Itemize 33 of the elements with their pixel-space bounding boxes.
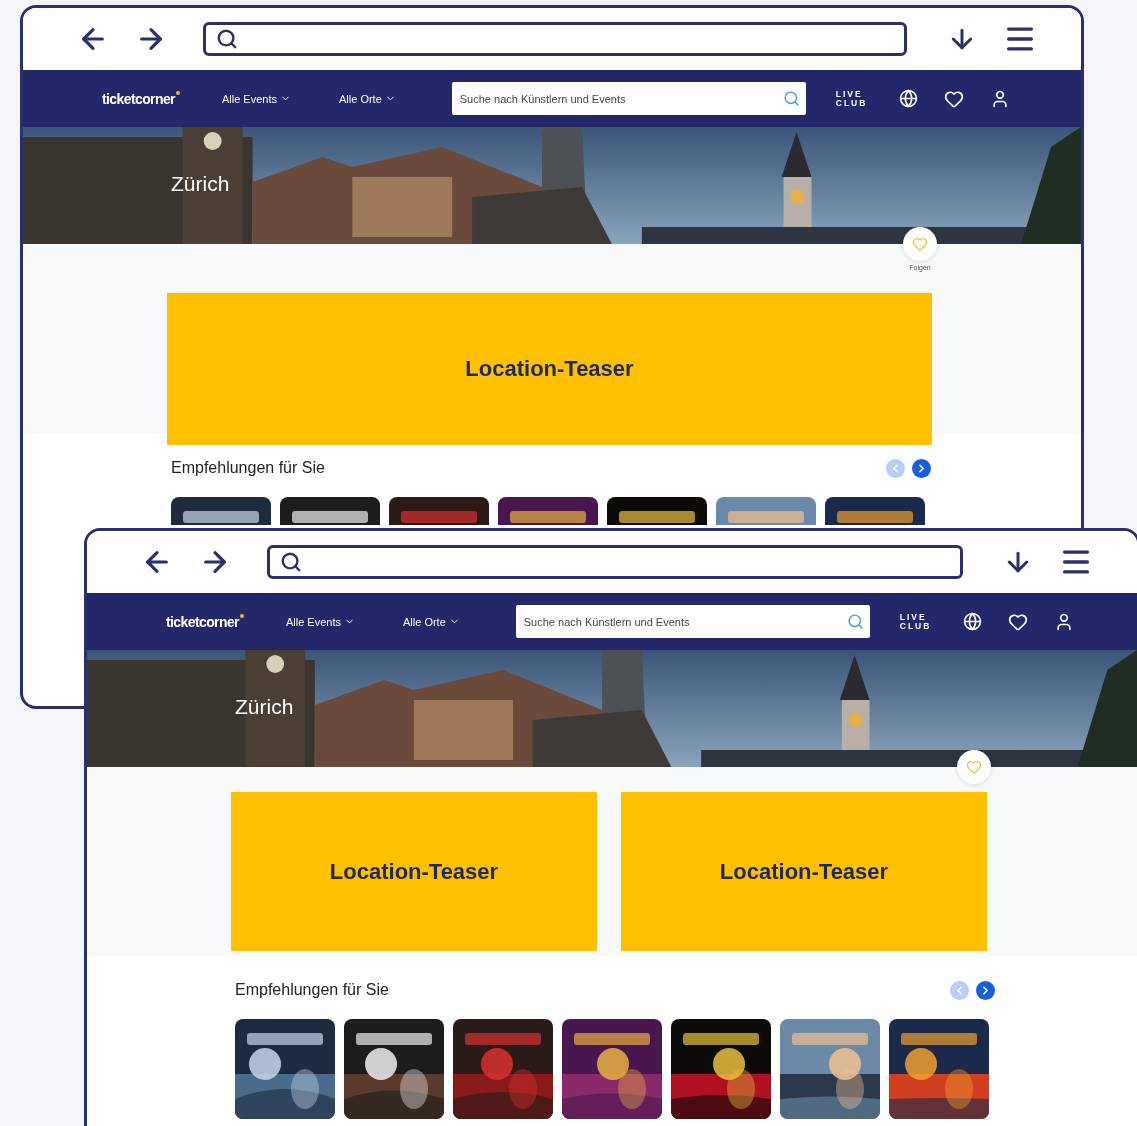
nav-menu[interactable]: Alle Events bbox=[285, 615, 355, 628]
search-icon bbox=[846, 613, 864, 630]
address-bar[interactable] bbox=[267, 545, 963, 579]
site-logo[interactable]: ticketcorner bbox=[102, 89, 175, 108]
club-logo[interactable]: LIVE CLUB bbox=[835, 89, 868, 108]
section-title: Empfehlungen für Sie bbox=[235, 981, 389, 999]
heart-icon bbox=[966, 759, 982, 775]
nav-menu[interactable]: Alle Orte bbox=[339, 92, 396, 105]
globe-icon[interactable] bbox=[899, 89, 919, 108]
search-field[interactable]: Suche nach Künstlern und Events bbox=[515, 605, 870, 638]
nav-menu[interactable]: Alle Events bbox=[221, 92, 291, 105]
search-field[interactable]: Suche nach Künstlern und Events bbox=[451, 82, 806, 115]
next-button[interactable] bbox=[912, 458, 931, 478]
location-teaser[interactable]: Location-Teaser bbox=[621, 792, 987, 951]
search-icon bbox=[280, 551, 302, 573]
club-logo[interactable]: LIVE CLUB bbox=[899, 612, 932, 631]
location-teaser[interactable]: Location-Teaser bbox=[167, 293, 932, 445]
nav-menu[interactable]: Alle Orte bbox=[403, 615, 460, 628]
follow-button[interactable] bbox=[903, 227, 937, 261]
search-icon bbox=[216, 28, 238, 50]
heart-icon[interactable] bbox=[1008, 611, 1029, 632]
heart-icon bbox=[912, 236, 928, 252]
location-teaser[interactable]: Location-Teaser bbox=[231, 792, 597, 951]
city-title: Zürich bbox=[171, 172, 230, 196]
section-title: Empfehlungen für Sie bbox=[171, 459, 325, 477]
search-icon bbox=[782, 90, 800, 107]
city-title: Zürich bbox=[235, 695, 294, 719]
next-button[interactable] bbox=[976, 980, 995, 1000]
globe-icon[interactable] bbox=[963, 612, 983, 631]
address-bar[interactable] bbox=[203, 22, 907, 56]
site-logo[interactable]: ticketcorner bbox=[166, 612, 239, 631]
follow-button[interactable] bbox=[957, 750, 991, 784]
heart-icon[interactable] bbox=[944, 88, 965, 109]
